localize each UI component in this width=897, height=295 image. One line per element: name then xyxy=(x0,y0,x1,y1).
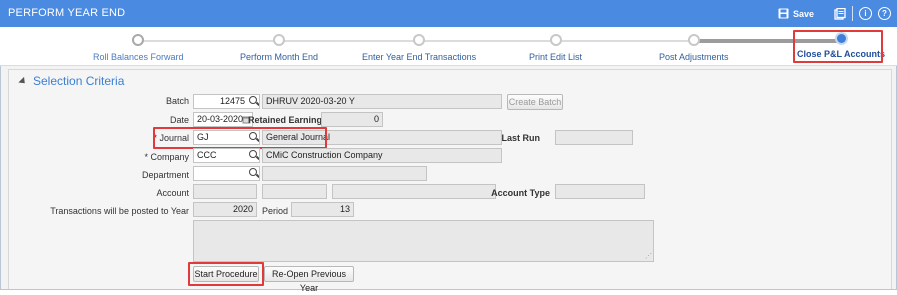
save-icon xyxy=(778,8,789,19)
search-icon[interactable] xyxy=(249,96,257,104)
wizard-step-dot xyxy=(273,34,286,46)
wizard-step-label: Post Adjustments xyxy=(659,52,729,62)
wizard-step-dot xyxy=(132,34,145,46)
highlight-journal xyxy=(153,127,327,149)
posted-year-value: 2020 xyxy=(193,202,257,217)
batch-label: Batch xyxy=(165,96,189,106)
wizard-progress: Roll Balances Forward Perform Month End … xyxy=(0,27,897,66)
wizard-step-post-adjustments[interactable]: Post Adjustments xyxy=(659,34,729,62)
batch-value: 12475 xyxy=(219,96,245,106)
batch-description: DHRUV 2020-03-20 Y xyxy=(262,94,502,109)
resize-grip-icon[interactable]: ⋰ xyxy=(645,252,652,260)
date-input[interactable]: 20-03-2020 xyxy=(193,112,253,127)
wizard-step-dot xyxy=(549,34,562,46)
wizard-step-roll-balances[interactable]: Roll Balances Forward xyxy=(93,34,184,62)
last-run-value xyxy=(555,130,633,145)
wizard-step-year-end-transactions[interactable]: Enter Year End Transactions xyxy=(362,34,476,62)
company-description: CMiC Construction Company xyxy=(262,148,502,163)
wizard-step-dot xyxy=(413,34,426,46)
account-segment-1[interactable] xyxy=(193,184,257,199)
department-input[interactable] xyxy=(193,166,260,181)
highlight-close-pl xyxy=(793,30,883,63)
section-header[interactable]: Selection Criteria xyxy=(18,74,125,88)
company-label: * Company xyxy=(144,152,189,162)
batch-input[interactable]: 12475 xyxy=(193,94,260,109)
last-run-label: Last Run xyxy=(501,133,540,143)
help-icon[interactable]: ? xyxy=(878,7,891,20)
notes-icon[interactable] xyxy=(834,7,846,20)
date-label: Date xyxy=(169,115,189,125)
account-type-label: Account Type xyxy=(491,188,550,198)
retained-earnings-label: Retained Earnings xyxy=(248,115,328,125)
save-button[interactable]: Save xyxy=(778,8,814,19)
search-icon[interactable] xyxy=(249,168,257,176)
department-description xyxy=(262,166,427,181)
account-type-value xyxy=(555,184,645,199)
wizard-step-print-edit-list[interactable]: Print Edit List xyxy=(529,34,582,62)
company-input[interactable]: CCC xyxy=(193,148,260,163)
wizard-step-month-end[interactable]: Perform Month End xyxy=(240,34,318,62)
toolbar-divider xyxy=(852,6,853,21)
highlight-start-procedure xyxy=(188,262,264,286)
wizard-step-label: Roll Balances Forward xyxy=(93,52,184,62)
period-value: 13 xyxy=(291,202,354,217)
window-title: PERFORM YEAR END xyxy=(8,7,126,19)
wizard-step-label: Enter Year End Transactions xyxy=(362,52,477,62)
period-label: Period xyxy=(262,206,289,216)
date-value: 20-03-2020 xyxy=(197,114,244,124)
section-title: Selection Criteria xyxy=(33,74,125,88)
retained-earnings-value: 0 xyxy=(321,112,383,127)
wizard-step-label: Perform Month End xyxy=(240,52,319,62)
save-label: Save xyxy=(792,8,814,19)
department-label: Department xyxy=(141,170,189,180)
posted-year-label: Transactions will be posted to Year xyxy=(50,206,189,216)
title-bar: PERFORM YEAR END Save i ? xyxy=(0,0,897,27)
info-icon[interactable]: i xyxy=(859,7,872,20)
company-value: CCC xyxy=(197,150,217,160)
create-batch-button[interactable]: Create Batch xyxy=(507,94,563,110)
account-label: Account xyxy=(156,188,189,198)
account-segment-2[interactable] xyxy=(262,184,327,199)
search-icon[interactable] xyxy=(249,150,257,158)
collapse-triangle-icon[interactable] xyxy=(18,76,28,86)
toolbar: Save i ? xyxy=(778,6,891,21)
wizard-step-dot xyxy=(687,34,700,46)
reopen-previous-year-button[interactable]: Re-Open Previous Year xyxy=(264,266,354,293)
notes-textarea[interactable]: ⋰ xyxy=(193,220,654,262)
account-description xyxy=(332,184,496,199)
wizard-step-label: Print Edit List xyxy=(529,52,583,62)
